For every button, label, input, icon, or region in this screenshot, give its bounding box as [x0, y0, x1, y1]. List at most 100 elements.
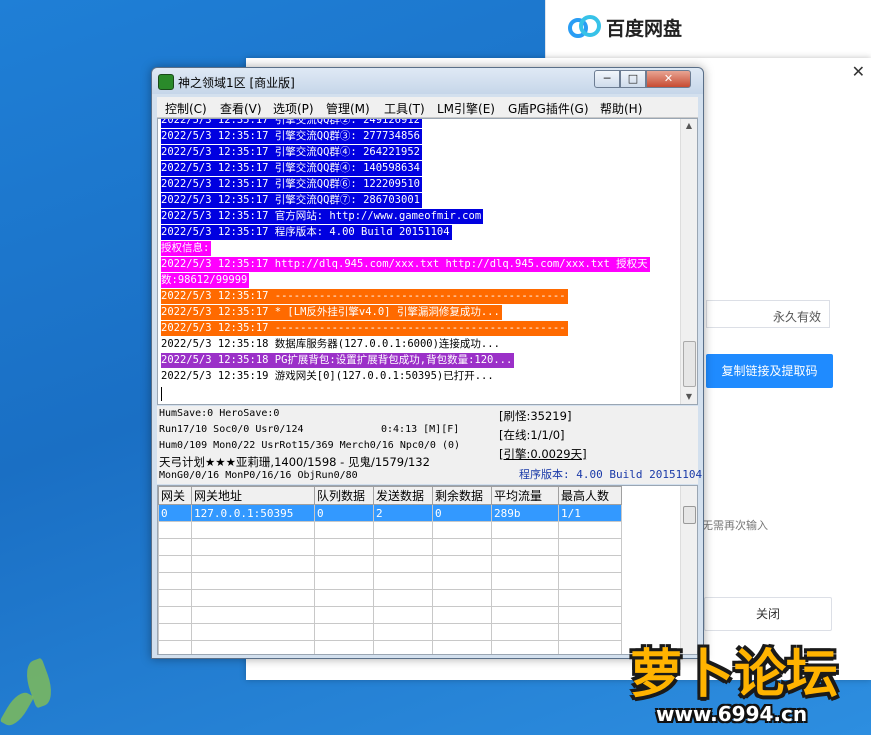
table-row[interactable] [158, 623, 622, 641]
table-cell [491, 589, 559, 607]
table-row[interactable] [158, 589, 622, 607]
table-cell [314, 538, 374, 556]
menu-bar: 控制(C) 查看(V) 选项(P) 管理(M) 工具(T) LM引擎(E) G盾… [157, 97, 698, 118]
table-cell [558, 521, 622, 539]
table-row[interactable] [158, 640, 622, 654]
menu-manage[interactable]: 管理(M) [326, 100, 370, 117]
close-icon[interactable]: ✕ [852, 62, 865, 81]
table-cell [314, 555, 374, 573]
table-cell [558, 623, 622, 641]
table-cell [373, 606, 433, 624]
engine-days: [引擎:0.0029天] [499, 447, 587, 461]
log-line: 2022/5/3 12:35:17 引擎交流QQ群③: 277734856 [161, 129, 422, 144]
table-row[interactable] [158, 538, 622, 556]
table-cell [491, 521, 559, 539]
status-player: 天弓计划★★★亚莉珊,1400/1598 - 见鬼/1579/132 [159, 455, 430, 469]
table-cell [432, 623, 492, 641]
menu-gdun-plugin[interactable]: G盾PG插件(G) [508, 100, 589, 117]
column-header[interactable]: 队列数据 [314, 486, 374, 505]
close-window-button[interactable]: ✕ [646, 70, 691, 88]
table-cell [191, 640, 315, 654]
table-cell [432, 538, 492, 556]
status-run: Run17/10 Soc0/0 Usr0/124 [159, 424, 304, 435]
table-cell [373, 555, 433, 573]
table-row[interactable] [158, 555, 622, 573]
table-cell [558, 640, 622, 654]
column-header[interactable]: 网关地址 [191, 486, 315, 505]
scroll-up-icon[interactable]: ▲ [681, 119, 697, 133]
online-count: [在线:1/1/0] [499, 428, 565, 442]
table-cell [373, 640, 433, 654]
log-line: 2022/5/3 12:35:17 http://dlq.945.com/xxx… [161, 257, 650, 272]
table-scrollbar[interactable] [680, 486, 697, 654]
table-cell [491, 555, 559, 573]
table-cell [558, 589, 622, 607]
log-line: 2022/5/3 12:35:17 引擎交流QQ群⑥: 122209510 [161, 177, 422, 192]
table-cell [432, 572, 492, 590]
log-line: 2022/5/3 12:35:17 ----------------------… [161, 321, 568, 336]
table-cell: 0 [158, 504, 192, 522]
log-scrollbar[interactable]: ▲ ▼ [680, 119, 697, 404]
minimize-button[interactable]: ─ [594, 70, 620, 88]
menu-tools[interactable]: 工具(T) [384, 100, 425, 117]
validity-select[interactable]: 永久有效 [706, 300, 830, 328]
table-cell [191, 606, 315, 624]
menu-lm-engine[interactable]: LM引擎(E) [437, 100, 495, 117]
table-row[interactable]: 0 127.0.0.1:50395 0 2 0 289b 1/1 [158, 504, 622, 522]
column-header[interactable]: 剩余数据 [432, 486, 492, 505]
watermark-url: www.6994.cn [656, 702, 808, 726]
app-icon [158, 74, 174, 90]
log-output[interactable]: 2022/5/3 12:35:17 引擎交流QQ群②: 249126912 202… [157, 118, 698, 405]
log-line: 2022/5/3 12:35:17 引擎交流QQ群⑦: 286703001 [161, 193, 422, 208]
column-header[interactable]: 最高人数 [558, 486, 622, 505]
monster-count: [刷怪:35219] [499, 409, 572, 423]
column-header[interactable]: 发送数据 [373, 486, 433, 505]
table-row[interactable] [158, 521, 622, 539]
table-cell [432, 589, 492, 607]
menu-control[interactable]: 控制(C) [165, 100, 207, 117]
table-row[interactable] [158, 572, 622, 590]
table-cell [373, 521, 433, 539]
table-cell [373, 538, 433, 556]
table-cell [158, 623, 192, 641]
table-cell [432, 606, 492, 624]
share-note-text: 无需再次输入 [702, 519, 768, 532]
table-cell [432, 555, 492, 573]
title-bar[interactable]: 神之领域1区 [商业版] ─ □ ✕ [152, 68, 703, 94]
gateway-table[interactable]: 网关 网关地址 队列数据 发送数据 剩余数据 平均流量 最高人数 0 127.0.0.1:50… [157, 485, 698, 655]
menu-options[interactable]: 选项(P) [273, 100, 314, 117]
table-cell: 0 [314, 504, 374, 522]
table-cell [491, 538, 559, 556]
table-cell: 127.0.0.1:50395 [191, 504, 315, 522]
table-cell [558, 606, 622, 624]
table-cell [314, 589, 374, 607]
game-server-window: 神之领域1区 [商业版] ─ □ ✕ 控制(C) 查看(V) 选项(P) 管理(… [151, 67, 704, 659]
table-cell [191, 589, 315, 607]
table-cell [373, 589, 433, 607]
table-cell [158, 521, 192, 539]
column-header[interactable]: 网关 [158, 486, 192, 505]
column-header[interactable]: 平均流量 [491, 486, 559, 505]
table-cell: 1/1 [558, 504, 622, 522]
scroll-down-icon[interactable]: ▼ [681, 390, 697, 404]
table-cell [191, 623, 315, 641]
log-line: 2022/5/3 12:35:17 * [LM反外挂引擎v4.0] 引擎漏洞修复… [161, 305, 502, 320]
scroll-thumb[interactable] [683, 341, 696, 387]
table-cell [191, 572, 315, 590]
table-cell: 0 [432, 504, 492, 522]
text-caret [161, 387, 162, 401]
table-cell [558, 572, 622, 590]
log-line: 2022/5/3 12:35:17 引擎交流QQ群②: 249126912 [161, 119, 422, 128]
scroll-thumb[interactable] [683, 506, 696, 524]
menu-help[interactable]: 帮助(H) [600, 100, 642, 117]
menu-view[interactable]: 查看(V) [220, 100, 262, 117]
log-line: 2022/5/3 12:35:17 ----------------------… [161, 289, 568, 304]
table-row[interactable] [158, 606, 622, 624]
status-counts: Hum0/109 Mon0/22 UsrRot15/369 Merch0/16 … [159, 440, 461, 451]
maximize-button[interactable]: □ [620, 70, 646, 88]
table-cell [491, 623, 559, 641]
copy-link-button[interactable]: 复制链接及提取码 [706, 354, 833, 388]
table-cell [314, 572, 374, 590]
close-button[interactable]: 关闭 [704, 597, 832, 631]
table-cell [158, 640, 192, 654]
